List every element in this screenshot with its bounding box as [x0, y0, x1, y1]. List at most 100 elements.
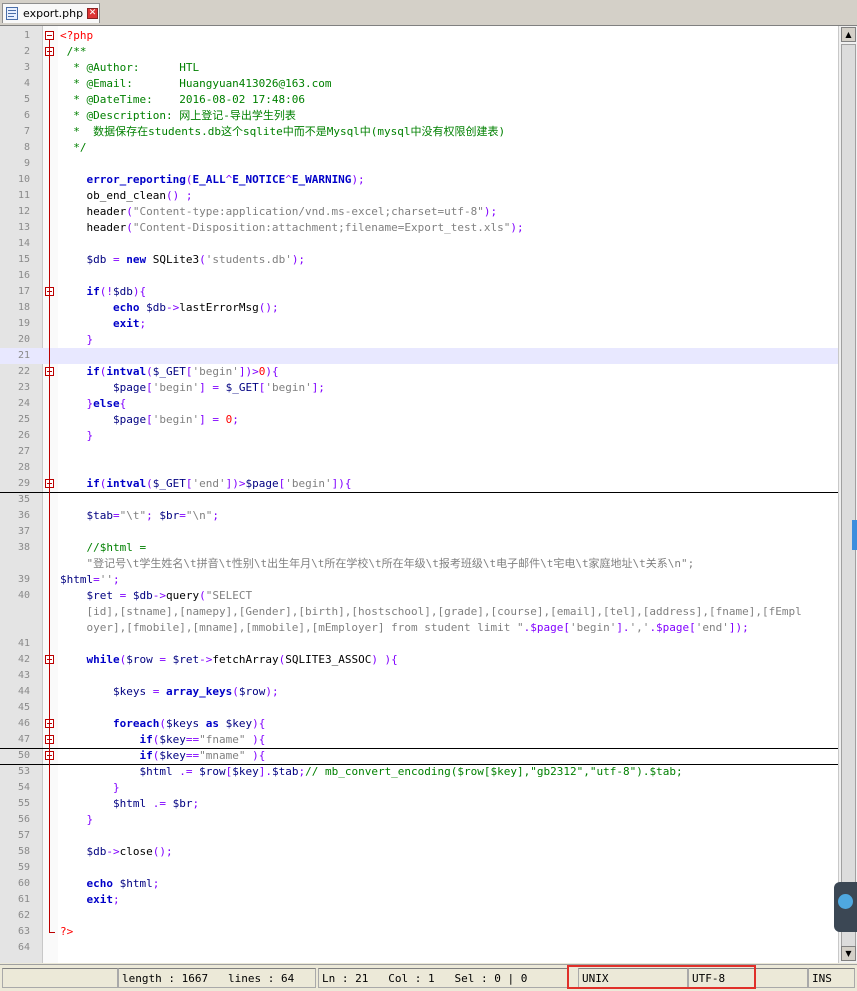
code-line[interactable]: 53 $html .= $row[$key].$tab;// mb_conver… — [0, 764, 838, 780]
code-line[interactable]: 11 ob_end_clean() ; — [0, 188, 838, 204]
code-token: $_GET — [152, 477, 186, 490]
code-line[interactable]: 35 — [0, 492, 838, 508]
code-line[interactable]: oyer],[fmobile],[mname],[mmobile],[mEmpl… — [0, 620, 838, 636]
code-token: ){ — [132, 285, 147, 298]
line-number: 8 — [23, 142, 30, 153]
line-number: 15 — [17, 254, 30, 265]
line-number: 46 — [17, 718, 30, 729]
fold-collapse-icon[interactable] — [45, 31, 54, 40]
code-line[interactable]: 12 header("Content-type:application/vnd.… — [0, 204, 838, 220]
scroll-down-arrow-icon[interactable]: ▼ — [841, 946, 856, 961]
code-line[interactable]: 24 }else{ — [0, 396, 838, 412]
code-editor[interactable]: 1 <?php 2 /** 3 * @Author: HTL 4 * @Email: H… — [0, 26, 838, 963]
code-line[interactable]: 54 } — [0, 780, 838, 796]
code-text: $html .= $row[$key].$tab;// mb_convert_e… — [60, 764, 683, 780]
code-token: intval — [106, 365, 147, 378]
code-line[interactable]: 44 $keys = array_keys($row); — [0, 684, 838, 700]
code-line[interactable]: 17 if(!$db){ — [0, 284, 838, 300]
code-line[interactable]: "登记号\t学生姓名\t拼音\t性别\t出生年月\t所在学校\t所在年级\t报考… — [0, 556, 838, 572]
code-line[interactable]: 56 } — [0, 812, 838, 828]
code-line[interactable]: 14 — [0, 236, 838, 252]
code-line[interactable]: 50 if($key=="mname" ){ — [0, 748, 838, 765]
code-line[interactable]: 36 $tab="\t"; $br="\n"; — [0, 508, 838, 524]
code-line[interactable]: 60 echo $html; — [0, 876, 838, 892]
code-token: [id],[stname],[namepy],[Gender],[birth],… — [60, 605, 802, 618]
line-number: 29 — [17, 478, 30, 489]
code-line[interactable]: 18 echo $db->lastErrorMsg(); — [0, 300, 838, 316]
code-line[interactable]: 23 $page['begin'] = $_GET['begin']; — [0, 380, 838, 396]
code-token: = — [179, 509, 186, 522]
tab-export-php[interactable]: export.php ✕ — [2, 3, 100, 23]
code-token: } — [60, 781, 120, 794]
code-line[interactable]: 61 exit; — [0, 892, 838, 908]
code-token: '' — [99, 573, 113, 586]
code-line[interactable]: 6 * @Description: 网上登记-导出学生列表 — [0, 108, 838, 124]
code-line[interactable]: 62 — [0, 908, 838, 924]
code-line[interactable]: 9 — [0, 156, 838, 172]
code-line[interactable]: 45 — [0, 700, 838, 716]
code-line[interactable]: 59 — [0, 860, 838, 876]
code-token: /** — [60, 45, 87, 58]
code-line[interactable]: 43 — [0, 668, 838, 684]
code-line[interactable]: 22 if(intval($_GET['begin'])>0){ — [0, 364, 838, 380]
code-token: { — [119, 397, 127, 410]
code-line[interactable]: 37 — [0, 524, 838, 540]
code-line[interactable]: 29 if(intval($_GET['end'])>$page['begin'… — [0, 476, 838, 493]
code-line[interactable]: 5 * @DateTime: 2016-08-02 17:48:06 — [0, 92, 838, 108]
code-line[interactable]: 21 — [0, 348, 838, 364]
scrollbar-thumb[interactable] — [841, 44, 856, 949]
line-number: 45 — [17, 702, 30, 713]
line-number: 61 — [17, 894, 30, 905]
code-line[interactable]: 55 $html .= $br; — [0, 796, 838, 812]
code-line[interactable]: 19 exit; — [0, 316, 838, 332]
code-line[interactable]: 13 header("Content-Disposition:attachmen… — [0, 220, 838, 236]
floating-widget[interactable] — [834, 882, 857, 932]
code-token: [ — [185, 477, 193, 490]
code-token: $db — [139, 301, 166, 314]
code-text: $html .= $br; — [60, 796, 199, 812]
code-token: ( — [126, 221, 133, 234]
code-line[interactable]: 42 while($row = $ret->fetchArray(SQLITE3… — [0, 652, 838, 668]
line-number: 58 — [17, 846, 30, 857]
code-token: } — [60, 813, 94, 826]
code-token: .$page[ — [523, 621, 570, 634]
code-line[interactable]: 4 * @Email: Huangyuan413026@163.com — [0, 76, 838, 92]
code-line[interactable]: 3 * @Author: HTL — [0, 60, 838, 76]
code-line[interactable]: 8 */ — [0, 140, 838, 156]
status-ln: Ln : 21 — [322, 972, 369, 985]
code-line[interactable]: 57 — [0, 828, 838, 844]
code-line[interactable]: 10 error_reporting(E_ALL^E_NOTICE^E_WARN… — [0, 172, 838, 188]
code-line[interactable]: 20 } — [0, 332, 838, 348]
code-line[interactable]: [id],[stname],[namepy],[Gender],[birth],… — [0, 604, 838, 620]
code-line[interactable]: 16 — [0, 268, 838, 284]
code-line[interactable]: 58 $db->close(); — [0, 844, 838, 860]
code-line[interactable]: 39 $html=''; — [0, 572, 838, 588]
code-token: SQLite3 — [146, 253, 200, 266]
vertical-scrollbar[interactable]: ▲ ▼ — [838, 26, 857, 963]
line-number: 17 — [17, 286, 30, 297]
code-line[interactable]: 15 $db = new SQLite3('students.db'); — [0, 252, 838, 268]
code-line[interactable]: 47 if($key=="fname" ){ — [0, 732, 838, 749]
code-line[interactable]: 46 foreach($keys as $key){ — [0, 716, 838, 732]
code-token: [ — [185, 365, 193, 378]
scroll-up-arrow-icon[interactable]: ▲ — [841, 27, 856, 42]
code-line[interactable]: 2 /** — [0, 44, 838, 60]
code-line[interactable]: 7 * 数据保存在students.db这个sqlite中而不是Mysql中(m… — [0, 124, 838, 140]
code-line[interactable]: 41 — [0, 636, 838, 652]
side-panel-tab[interactable] — [852, 520, 857, 550]
close-icon[interactable]: ✕ — [87, 8, 98, 19]
code-line[interactable]: 25 $page['begin'] = 0; — [0, 412, 838, 428]
code-token: * @Email: Huangyuan413026@163.com — [60, 77, 332, 90]
code-line[interactable]: 63 ?> — [0, 924, 838, 940]
code-line[interactable]: 27 — [0, 444, 838, 460]
code-line[interactable]: 1 <?php — [0, 28, 838, 44]
code-line[interactable]: 64 — [0, 940, 838, 956]
code-token: // mb_convert_encoding($row[$key],"gb231… — [305, 765, 683, 778]
code-line[interactable]: 40 $ret = $db->query("SELECT — [0, 588, 838, 604]
code-line[interactable]: 28 — [0, 460, 838, 476]
code-line[interactable]: 26 } — [0, 428, 838, 444]
code-token: $keys — [60, 685, 147, 698]
code-line[interactable]: 38 //$html = — [0, 540, 838, 556]
code-token: ); — [483, 205, 498, 218]
code-token: $key — [159, 733, 186, 746]
